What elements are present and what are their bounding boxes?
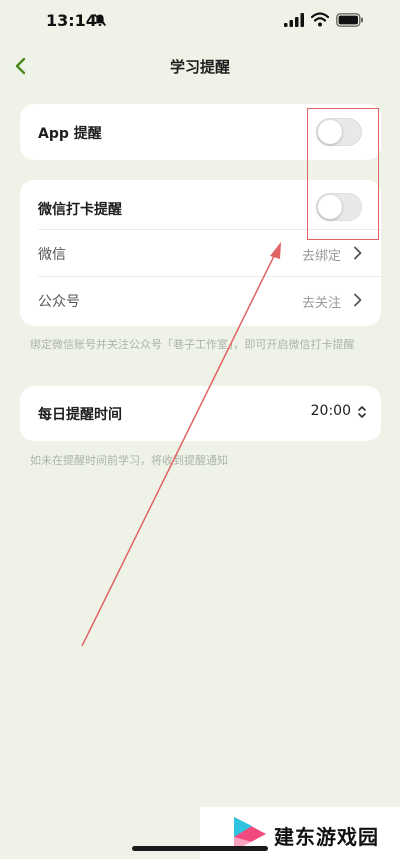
watermark: 建东游戏园 — [200, 807, 400, 859]
wechat-bind-label: 微信 — [38, 247, 66, 263]
daily-time-hint-text: 如未在提醒时间前学习，将收到提醒通知 — [30, 454, 228, 467]
status-bar: 13:14 — [0, 0, 400, 44]
page-title: 学习提醒 — [169, 58, 230, 76]
official-account-row[interactable]: 公众号 去关注 — [20, 277, 381, 323]
battery-icon — [336, 13, 363, 27]
wechat-hint-text: 绑定微信账号并关注公众号「巷子工作室」，即可开启微信打卡提醒 — [30, 338, 355, 351]
official-account-action: 去关注 — [301, 296, 341, 311]
daily-time-card[interactable]: 每日提醒时间 20:00 — [20, 386, 381, 441]
wechat-checkin-label: 微信打卡提醒 — [38, 202, 122, 218]
status-time: 13:14 — [46, 11, 97, 30]
daily-time-value: 20:00 — [310, 403, 351, 419]
nav-bar: 学习提醒 — [0, 48, 400, 84]
cellular-signal-icon — [284, 13, 304, 27]
annotation-highlight-box — [307, 108, 379, 240]
official-account-label: 公众号 — [38, 294, 80, 310]
daily-time-label: 每日提醒时间 — [38, 407, 122, 423]
watermark-text: 建东游戏园 — [274, 825, 379, 849]
chevron-right-icon — [354, 293, 362, 307]
home-indicator[interactable] — [132, 846, 268, 851]
app-reminder-label: App 提醒 — [38, 126, 102, 142]
wechat-bind-action: 去绑定 — [301, 249, 341, 264]
bell-muted-icon — [93, 13, 107, 27]
wifi-icon — [311, 12, 329, 27]
chevron-right-icon — [354, 246, 362, 260]
up-down-chevron-icon — [358, 406, 366, 418]
